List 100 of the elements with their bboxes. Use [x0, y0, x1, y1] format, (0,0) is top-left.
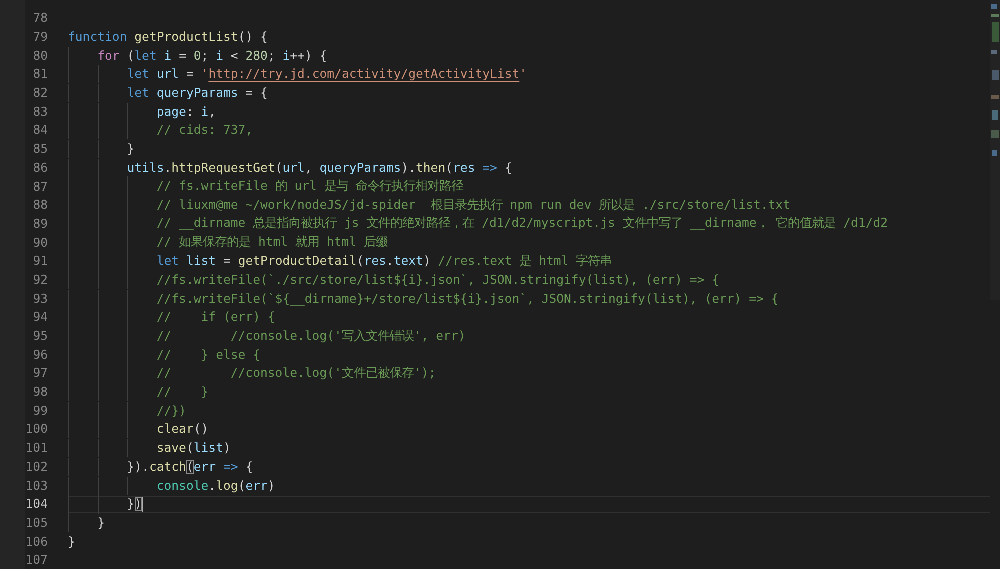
- function-name: getProductDetail: [238, 254, 357, 268]
- punctuation: =: [185, 67, 195, 82]
- code-comment: //fs.writeFile(`${__dirname}+/store/list${i}.json`, JSON.stringify(list), (err) => {: [156, 292, 779, 306]
- punctuation: ): [423, 254, 431, 268]
- punctuation: (: [186, 441, 194, 456]
- punctuation: (: [126, 48, 135, 63]
- punctuation: (): [194, 422, 209, 436]
- line-number: 81: [32, 67, 48, 82]
- quote-mark: ': [201, 67, 209, 82]
- function-name: log: [216, 478, 238, 493]
- punctuation: (: [275, 160, 283, 175]
- keyword: function: [68, 30, 128, 44]
- line-number: 87: [32, 180, 48, 194]
- variable-name: utils: [126, 160, 164, 175]
- code-comment: // liuxm@me ~/work/nodeJS/jd-spider 根目录先执行 npm run dev 所以是 ./src/store/list.txt: [156, 196, 790, 214]
- line-number: 95: [32, 329, 48, 344]
- punctuation: ,: [208, 104, 216, 119]
- punctuation: =: [178, 48, 188, 63]
- punctuation: {: [504, 160, 512, 175]
- punctuation: }: [96, 516, 106, 530]
- variable-name: i: [201, 104, 209, 119]
- keyword: let: [126, 86, 150, 100]
- line-number: 106: [24, 534, 48, 549]
- line-number: 93: [32, 292, 48, 306]
- matched-bracket: (: [186, 460, 194, 474]
- line-number: 91: [32, 254, 48, 268]
- variable-name: res: [453, 160, 476, 175]
- line-number: 90: [32, 236, 48, 250]
- code-comment: // //console.log('文件已被保存');: [156, 364, 436, 382]
- variable-name: page: [156, 104, 186, 119]
- punctuation: (: [356, 254, 364, 268]
- function-name: clear: [156, 422, 194, 436]
- line-number: 96: [32, 348, 48, 362]
- code-comment: // }: [156, 385, 209, 400]
- punctuation: (: [238, 478, 246, 493]
- line-number: 78: [32, 11, 48, 26]
- punctuation: }: [126, 497, 135, 512]
- punctuation: ;: [201, 48, 210, 63]
- punctuation: ,: [304, 160, 314, 175]
- punctuation: = {: [244, 86, 268, 100]
- line-number: 103: [24, 478, 48, 493]
- function-name: httpRequestGet: [172, 160, 276, 175]
- object-name: console: [156, 478, 209, 493]
- code-comment: // 如果保存的是 html 就用 html 后缀: [156, 234, 388, 252]
- keyword: for: [96, 48, 120, 63]
- url-link[interactable]: http://try.jd.com/activity/getActivityList: [208, 67, 520, 82]
- punctuation: ;: [268, 48, 276, 63]
- text-cursor: [142, 496, 144, 512]
- line-number: 98: [32, 385, 48, 400]
- punctuation: }: [68, 534, 76, 549]
- punctuation: .: [164, 160, 172, 175]
- line-number: 86: [32, 160, 48, 175]
- line-number: 100: [24, 422, 48, 436]
- line-number: 83: [32, 104, 48, 119]
- code-comment: // __dirname 总是指向被执行 js 文件的绝对路径，在 /d1/d2/myscript.js 文件中写了 __dirname， 它的值就是 /d1/d2: [156, 215, 888, 232]
- variable-name: url: [156, 67, 180, 82]
- variable-name: url: [282, 160, 305, 175]
- punctuation: ): [224, 441, 231, 456]
- variable-name: i: [282, 48, 290, 63]
- line-number: 104: [24, 497, 48, 512]
- variable-name: res: [364, 254, 386, 268]
- function-name: save: [156, 441, 186, 456]
- punctuation: }: [126, 142, 135, 156]
- variable-name: i: [163, 48, 172, 63]
- punctuation: <: [230, 48, 240, 63]
- punctuation: .: [208, 478, 216, 493]
- line-number: 94: [32, 310, 48, 324]
- number-literal: 0: [194, 48, 202, 63]
- code-comment: //res.text 是 html 字符串: [437, 252, 612, 270]
- matched-bracket: ): [134, 497, 142, 512]
- line-number: 102: [24, 460, 48, 474]
- variable-name: list: [185, 254, 216, 268]
- line-number: 99: [32, 404, 48, 418]
- keyword: let: [126, 67, 150, 82]
- punctuation: ).: [401, 160, 416, 175]
- function-name: then: [416, 160, 446, 175]
- punctuation: .: [386, 254, 394, 268]
- punctuation: :: [186, 104, 195, 119]
- code-comment: // if (err) {: [156, 310, 276, 324]
- line-number: 84: [32, 123, 48, 138]
- line-number: 88: [32, 198, 48, 212]
- line-number: 89: [32, 216, 48, 231]
- keyword: let: [156, 254, 180, 268]
- line-number: 80: [32, 48, 48, 63]
- punctuation: {: [244, 460, 254, 474]
- line-number: 92: [32, 272, 48, 287]
- code-comment: // cids: 737,: [156, 123, 254, 138]
- line-number: 85: [32, 142, 48, 156]
- function-name: getProductList: [134, 30, 238, 44]
- line-number: 79: [32, 30, 48, 44]
- arrow-operator: =>: [482, 160, 498, 175]
- line-number: 82: [32, 86, 48, 100]
- punctuation: ++) {: [290, 48, 328, 63]
- variable-name: queryParams: [320, 160, 402, 175]
- variable-name: list: [194, 441, 224, 456]
- punctuation: () {: [238, 30, 268, 44]
- line-number: 105: [24, 516, 48, 530]
- code-comment: //fs.writeFile(`./src/store/list${i}.json`, JSON.stringify(list), (err) => {: [156, 272, 720, 287]
- code-comment: // } else {: [156, 348, 260, 362]
- number-literal: 280: [246, 48, 268, 63]
